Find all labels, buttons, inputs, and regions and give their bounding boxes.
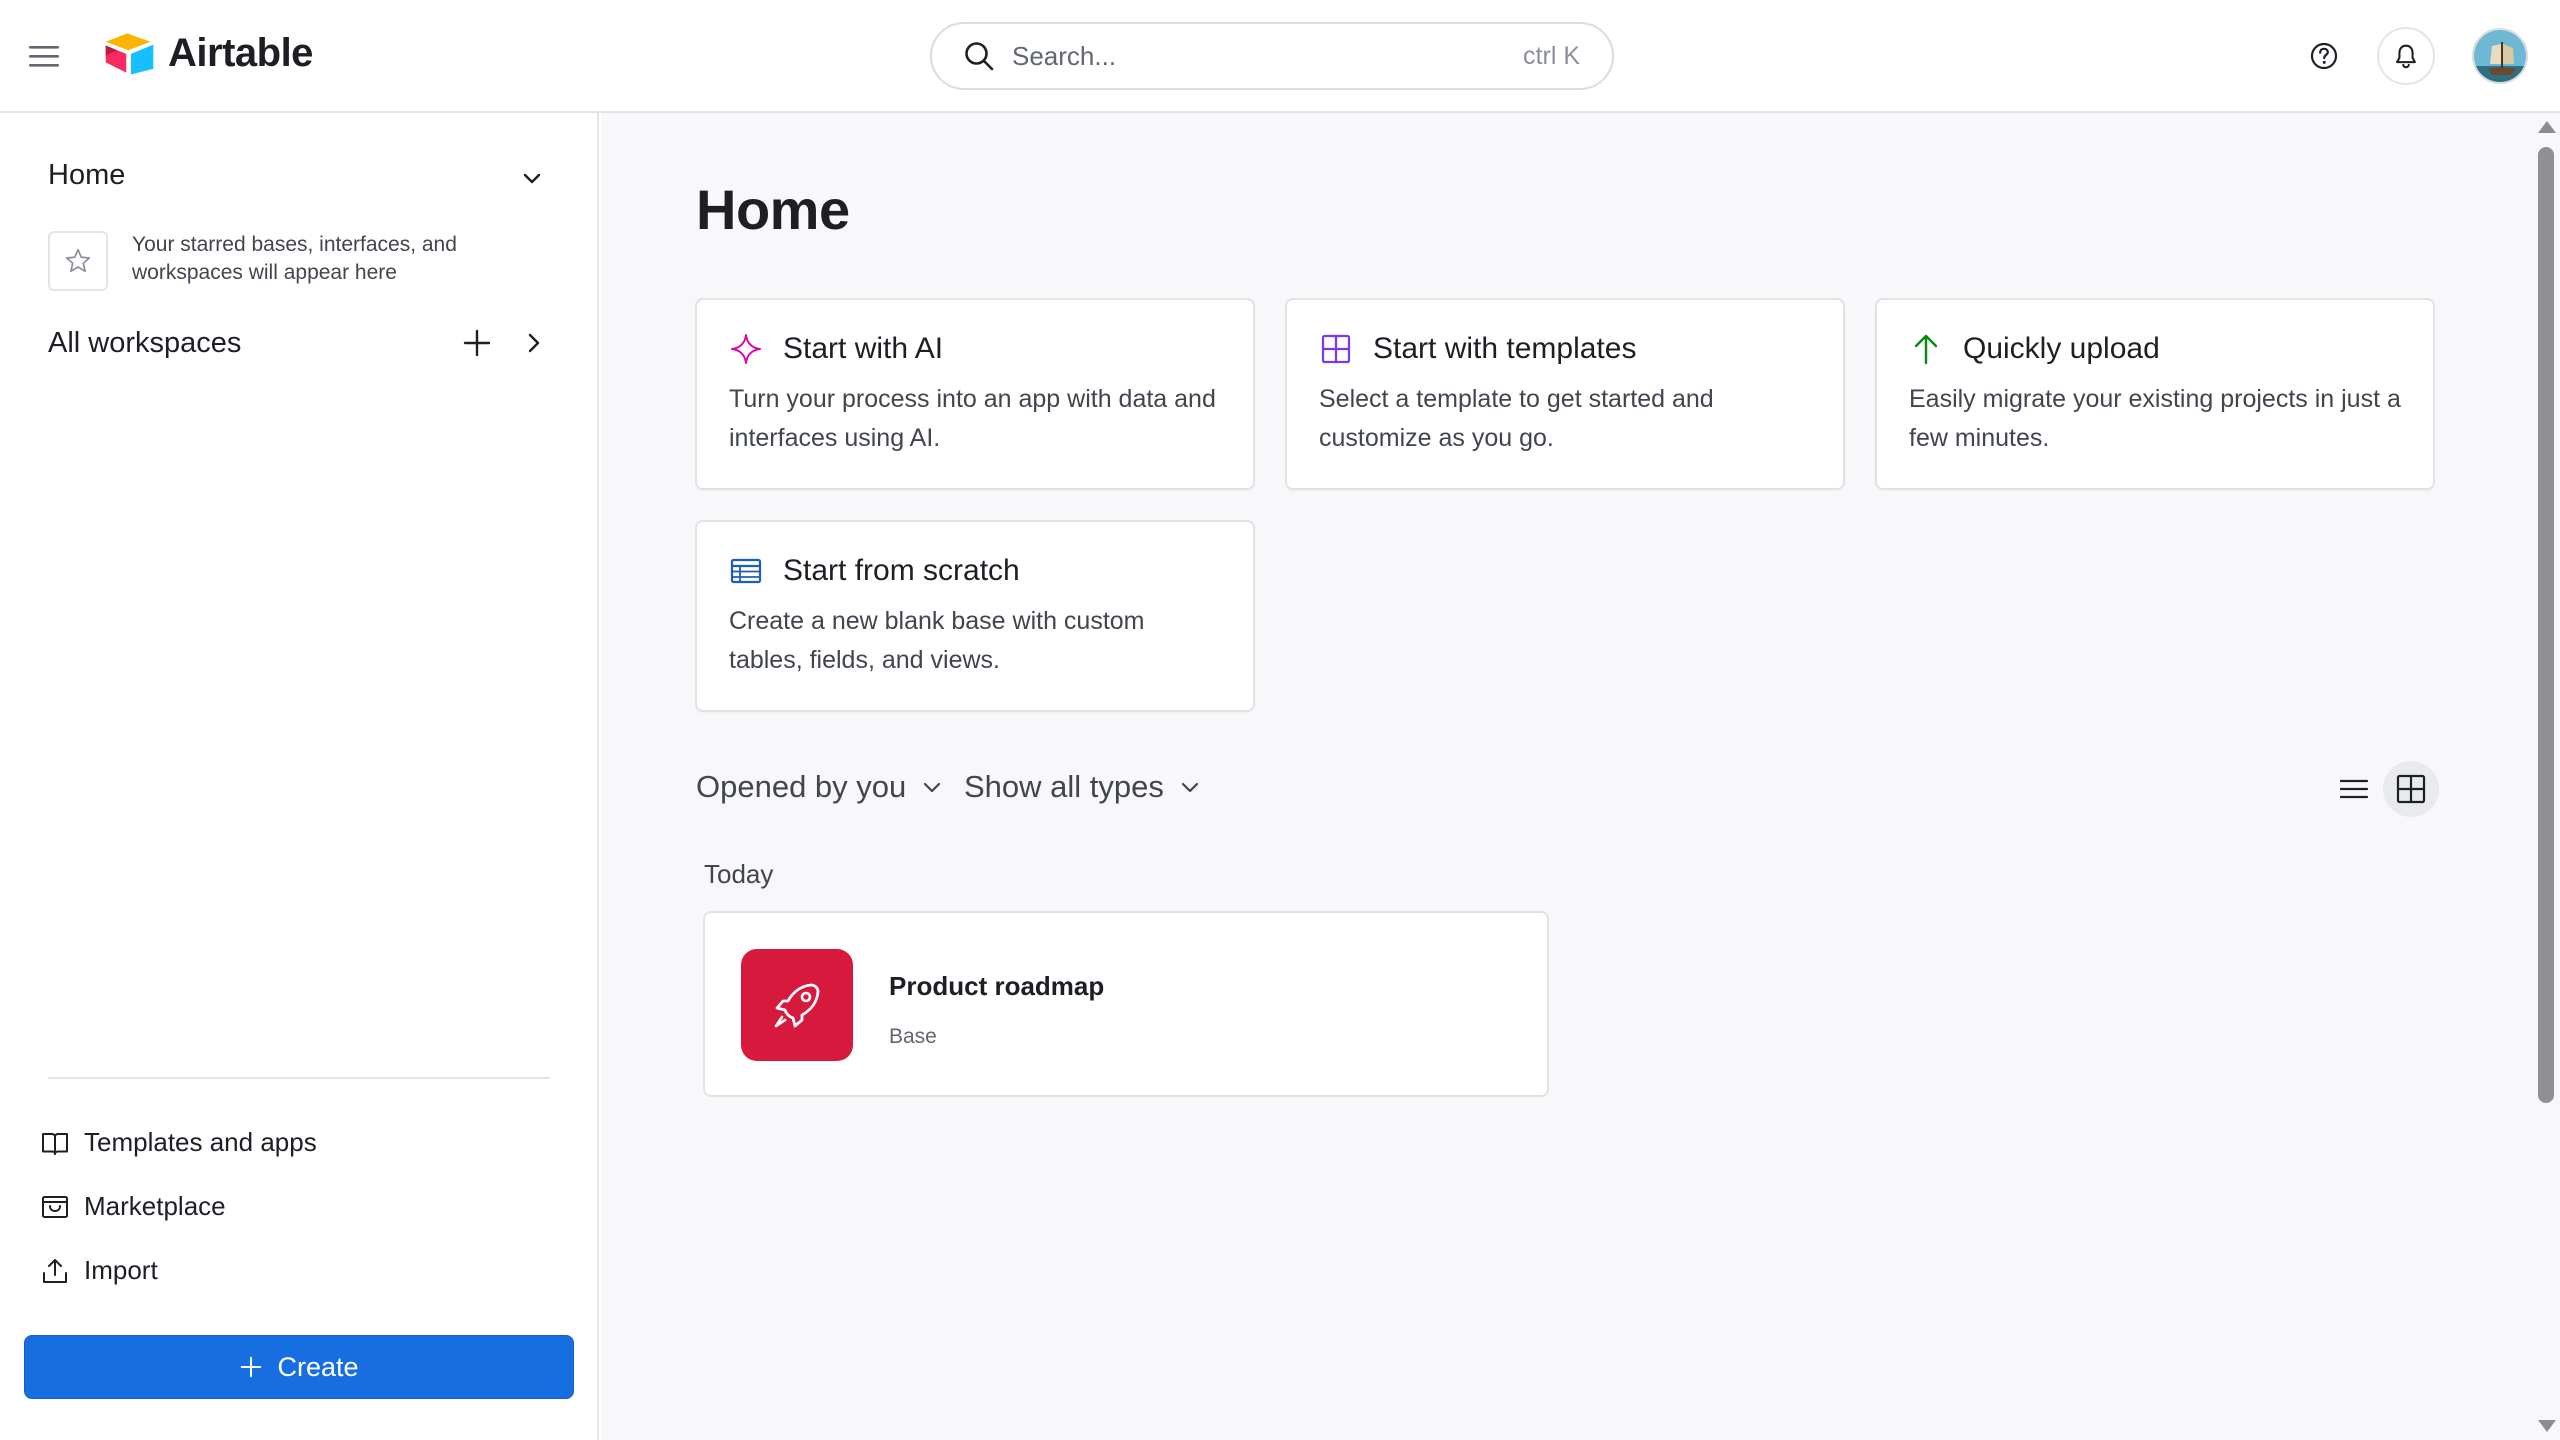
search-icon — [965, 42, 994, 71]
section-label-today: Today — [704, 859, 774, 889]
notifications-button[interactable] — [2377, 27, 2435, 85]
type-filter[interactable]: Show all types — [964, 769, 1202, 805]
top-bar: Airtable ctrl K — [0, 0, 2560, 113]
chevron-down-icon — [1181, 782, 1198, 793]
menu-icon[interactable] — [26, 38, 62, 74]
card-title: Start from scratch — [783, 554, 1020, 587]
scroll-thumb[interactable] — [2538, 147, 2554, 1103]
card-title: Start with AI — [783, 332, 944, 365]
search-input[interactable] — [1012, 40, 1524, 72]
bell-icon — [2396, 44, 2416, 69]
quickly-upload-card[interactable]: Quickly upload Easily migrate your exist… — [1875, 298, 2435, 490]
chevron-right-icon — [528, 333, 540, 353]
sidebar-item-label: Templates and apps — [84, 1127, 317, 1157]
chevron-down-icon[interactable] — [516, 163, 548, 195]
book-open-icon — [42, 1132, 68, 1155]
plus-icon — [241, 1356, 262, 1378]
app-name: Airtable — [168, 30, 313, 75]
create-button-label: Create — [277, 1351, 359, 1382]
start-with-templates-card[interactable]: Start with templates Select a template t… — [1285, 298, 1845, 490]
arrow-up-icon — [1914, 334, 1938, 365]
star-icon — [65, 248, 91, 273]
base-icon — [741, 949, 853, 1061]
card-description: Create a new blank base with custom tabl… — [729, 607, 1145, 674]
main-content: Home Start with AI Turn your process int… — [601, 113, 2532, 1440]
sidebar-item-templates[interactable]: Templates and apps — [40, 1127, 317, 1158]
start-from-scratch-card[interactable]: Start from scratch Create a new blank ba… — [695, 520, 1255, 712]
base-name: Product roadmap — [889, 971, 1105, 1001]
page-title: Home — [696, 178, 850, 241]
card-title: Quickly upload — [1963, 332, 2160, 365]
opened-by-filter[interactable]: Opened by you — [696, 769, 944, 805]
grid-icon — [2396, 774, 2426, 804]
grid-four-icon — [1321, 334, 1351, 364]
base-card[interactable]: Product roadmap Base — [703, 911, 1549, 1097]
profile-picture — [2474, 30, 2526, 82]
sidebar-item-import[interactable]: Import — [40, 1255, 158, 1286]
search-bar[interactable]: ctrl K — [930, 22, 1614, 90]
chevron-down-icon — [924, 782, 941, 793]
create-button[interactable]: Create — [24, 1335, 574, 1399]
sidebar-item-label: Marketplace — [84, 1191, 226, 1221]
add-workspace-button[interactable] — [460, 326, 494, 360]
card-description: Select a template to get started and cus… — [1319, 385, 1714, 452]
all-workspaces-heading[interactable]: All workspaces — [48, 327, 241, 360]
card-description: Turn your process into an app with data … — [729, 385, 1216, 452]
rocket-icon — [774, 983, 820, 1028]
list-view-button[interactable] — [2326, 761, 2382, 817]
start-with-ai-card[interactable]: Start with AI Turn your process into an … — [695, 298, 1255, 490]
main-scrollbar[interactable] — [2532, 113, 2560, 1440]
expand-workspaces-button[interactable] — [518, 326, 550, 360]
airtable-logo[interactable]: Airtable — [102, 30, 313, 76]
card-title: Start with templates — [1373, 332, 1637, 365]
table-icon — [730, 558, 762, 584]
card-description: Easily migrate your existing projects in… — [1909, 385, 2401, 452]
question-circle-icon — [2310, 42, 2338, 70]
airtable-logo-icon — [105, 33, 154, 75]
scroll-up-arrow[interactable] — [2538, 121, 2556, 133]
sidebar-home-heading[interactable]: Home — [48, 159, 125, 192]
type-filter-label: Show all types — [964, 769, 1164, 804]
sparkle-icon — [731, 334, 761, 364]
sidebar-divider — [48, 1077, 550, 1079]
sidebar: Home Your starred bases, interfaces, and… — [0, 113, 599, 1440]
storefront-icon — [42, 1195, 68, 1218]
list-icon — [2339, 779, 2369, 799]
scroll-down-arrow[interactable] — [2538, 1420, 2556, 1432]
grid-view-button[interactable] — [2383, 761, 2439, 817]
upload-icon — [43, 1258, 67, 1283]
sidebar-item-label: Import — [84, 1255, 158, 1285]
base-type: Base — [889, 1025, 937, 1048]
starred-placeholder — [48, 231, 108, 291]
starred-empty-note: Your starred bases, interfaces, and work… — [132, 233, 457, 284]
avatar[interactable] — [2472, 28, 2528, 84]
search-shortcut-hint: ctrl K — [1523, 41, 1580, 70]
plus-icon — [463, 329, 491, 357]
sidebar-item-marketplace[interactable]: Marketplace — [40, 1191, 226, 1222]
help-button[interactable] — [2298, 30, 2350, 82]
opened-by-filter-label: Opened by you — [696, 769, 907, 804]
